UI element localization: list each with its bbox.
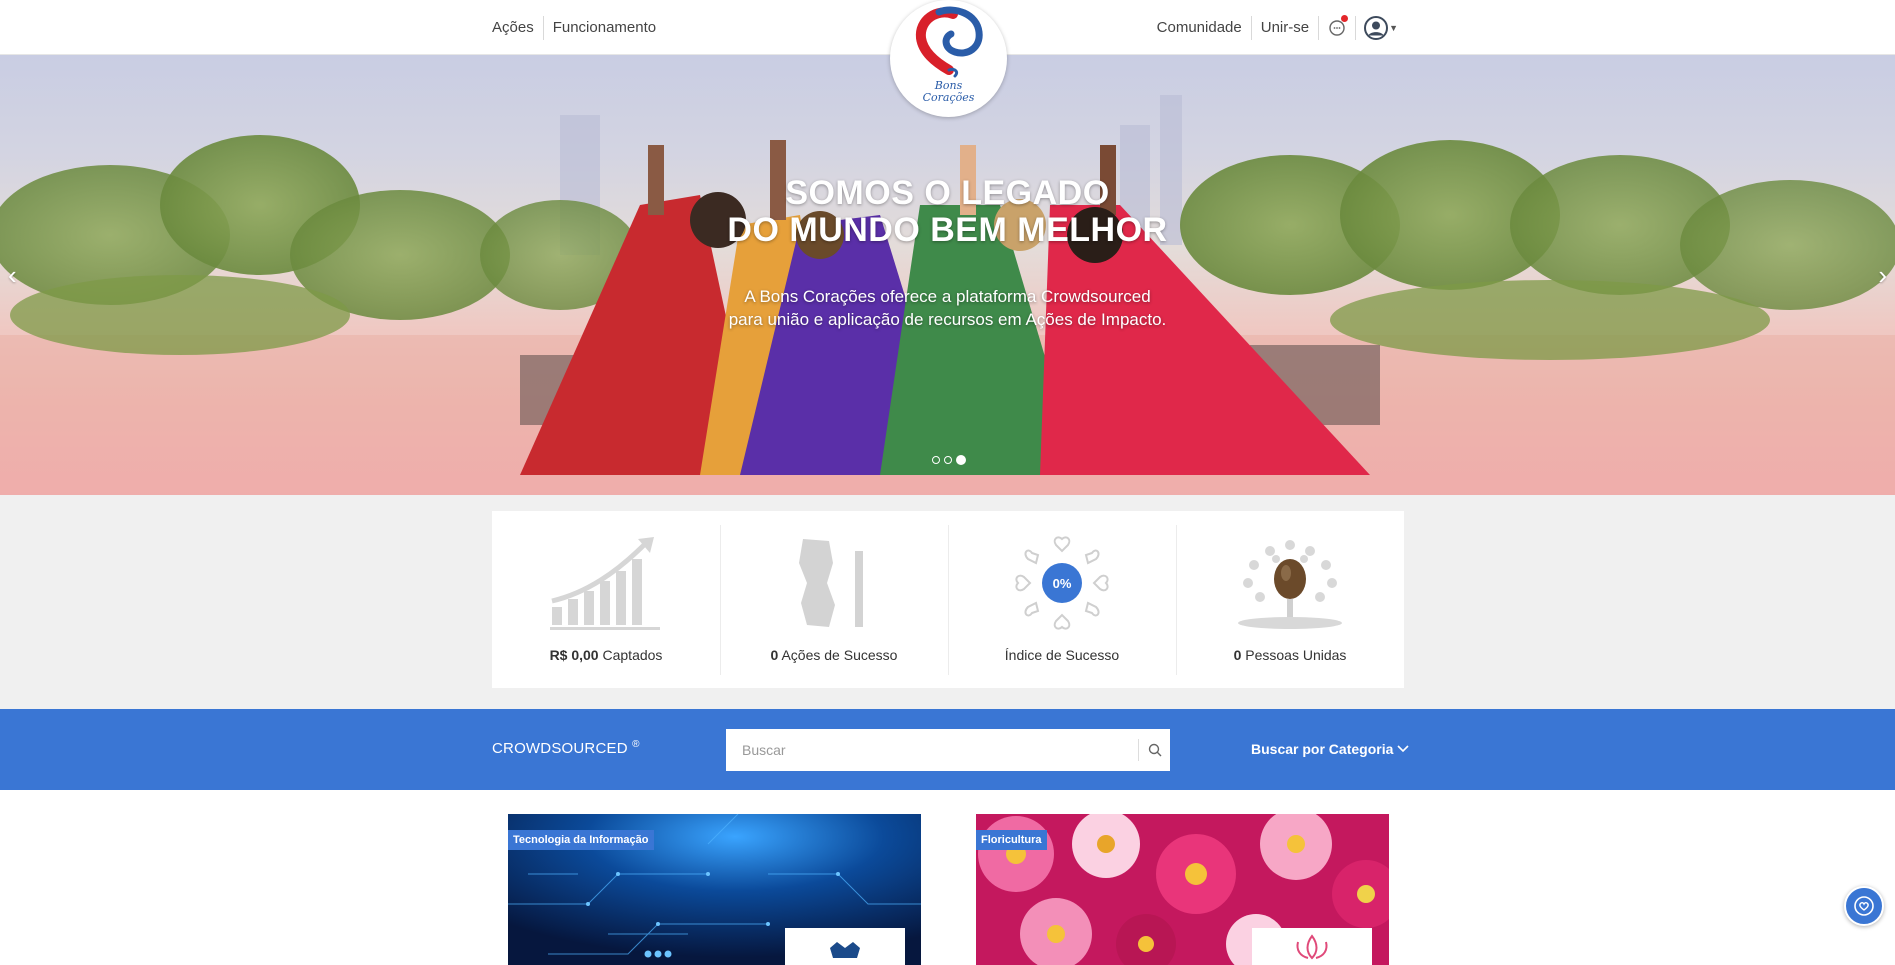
success-index-badge: 0% bbox=[1053, 576, 1072, 591]
search-box bbox=[726, 729, 1170, 771]
stat-captados-label: R$ 0,00 Captados bbox=[549, 647, 663, 663]
tree-seed-icon bbox=[1230, 533, 1350, 633]
stat-acoes-sucesso: 0 Ações de Sucesso bbox=[720, 511, 948, 688]
growth-chart-icon bbox=[546, 533, 666, 633]
carousel-dot-1[interactable] bbox=[932, 456, 940, 464]
carousel-prev-icon[interactable]: ‹ bbox=[8, 260, 17, 291]
search-icon bbox=[1148, 743, 1161, 757]
nav-left: Ações Funcionamento bbox=[492, 0, 665, 55]
hero-title-line-1: SOMOS O LEGADO bbox=[785, 174, 1110, 212]
category-dropdown[interactable]: Buscar por Categoria bbox=[1251, 741, 1409, 757]
stat-indice-sucesso: 0% Índice de Sucesso bbox=[948, 511, 1176, 688]
stats-section: R$ 0,00 Captados 0 Ações de Sucesso 0% Í… bbox=[0, 495, 1895, 709]
chevron-down-icon bbox=[1397, 745, 1409, 753]
heart-chat-icon bbox=[1854, 896, 1874, 916]
project-card-floricultura[interactable]: Floricultura bbox=[976, 814, 1389, 965]
category-dropdown-label: Buscar por Categoria bbox=[1251, 741, 1394, 757]
project-card-ti[interactable]: Tecnologia da Informação bbox=[508, 814, 921, 965]
hero-carousel: SOMOS O LEGADO DO MUNDO BEM MELHOR A Bon… bbox=[0, 55, 1895, 495]
logo-heart-mark bbox=[915, 6, 983, 78]
stats-card: R$ 0,00 Captados 0 Ações de Sucesso 0% Í… bbox=[492, 511, 1404, 688]
stat-pessoas-label: 0 Pessoas Unidas bbox=[1233, 647, 1347, 663]
hero-subtitle-line-2: para união e aplicação de recursos em Aç… bbox=[728, 310, 1167, 329]
nav-link-acoes[interactable]: Ações bbox=[492, 16, 543, 40]
nav-right: Comunidade Unir-se ▼ bbox=[1148, 0, 1398, 55]
user-avatar-icon bbox=[1364, 15, 1389, 40]
card-org-logo bbox=[785, 928, 905, 965]
carousel-next-icon[interactable]: › bbox=[1878, 260, 1887, 291]
chat-notification-button[interactable] bbox=[1319, 14, 1355, 42]
stat-pessoas-unidas: 0 Pessoas Unidas bbox=[1176, 511, 1404, 688]
logo-line-2: Corações bbox=[922, 91, 975, 104]
hero-subtitle-line-1: A Bons Corações oferece a plataforma Cro… bbox=[744, 287, 1151, 306]
card-org-logo bbox=[1252, 928, 1372, 965]
card-category-badge: Tecnologia da Informação bbox=[508, 830, 654, 850]
bons-coracoes-logo[interactable]: Bons Corações bbox=[890, 0, 1007, 117]
chevron-down-icon: ▼ bbox=[1389, 22, 1398, 33]
user-menu-button[interactable]: ▼ bbox=[1356, 15, 1398, 40]
nav-link-unir-se[interactable]: Unir-se bbox=[1252, 16, 1318, 40]
search-section: CROWDSOURCED ® Buscar por Categoria bbox=[0, 709, 1895, 790]
trophy-icon bbox=[789, 533, 879, 633]
card-category-badge: Floricultura bbox=[976, 830, 1047, 850]
search-input[interactable] bbox=[726, 729, 1138, 771]
nav-link-comunidade[interactable]: Comunidade bbox=[1148, 16, 1251, 40]
carousel-indicators bbox=[932, 455, 966, 465]
hero-title-line-2: DO MUNDO BEM MELHOR bbox=[727, 211, 1168, 249]
crowdsourced-label: CROWDSOURCED ® bbox=[492, 739, 640, 757]
carousel-dot-3[interactable] bbox=[956, 455, 966, 465]
heart-wreath-icon: 0% bbox=[1012, 533, 1112, 633]
stat-captados: R$ 0,00 Captados bbox=[492, 511, 720, 688]
nav-link-funcionamento[interactable]: Funcionamento bbox=[544, 16, 665, 40]
stat-indice-label: Índice de Sucesso bbox=[1004, 647, 1120, 663]
notification-dot bbox=[1341, 14, 1349, 22]
hero-illustration bbox=[0, 95, 1895, 495]
logo-wordmark: Bons Corações bbox=[890, 80, 1007, 104]
stat-acoes-label: 0 Ações de Sucesso bbox=[770, 647, 898, 663]
carousel-dot-2[interactable] bbox=[944, 456, 952, 464]
support-chat-button[interactable] bbox=[1844, 886, 1884, 926]
search-button[interactable] bbox=[1138, 739, 1170, 761]
